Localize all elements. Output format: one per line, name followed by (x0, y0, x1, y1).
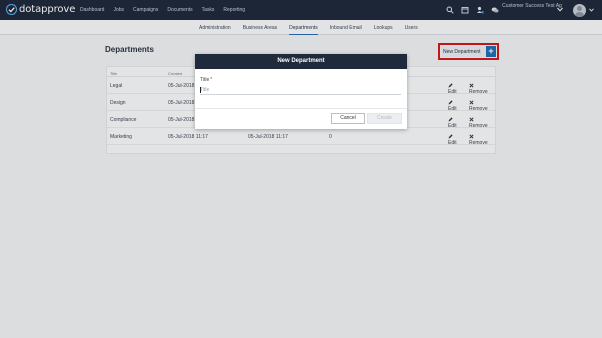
text-cursor (200, 87, 201, 93)
title-label-text: Title (200, 77, 210, 83)
required-marker: * (210, 77, 213, 83)
modal-divider (195, 108, 407, 109)
create-button[interactable]: Create (367, 113, 402, 124)
modal-title: New Department (195, 54, 407, 69)
title-field-label: Title* (200, 77, 212, 83)
title-input[interactable] (200, 85, 401, 95)
cancel-button[interactable]: Cancel (331, 113, 365, 124)
modal-backdrop[interactable] (0, 0, 602, 338)
